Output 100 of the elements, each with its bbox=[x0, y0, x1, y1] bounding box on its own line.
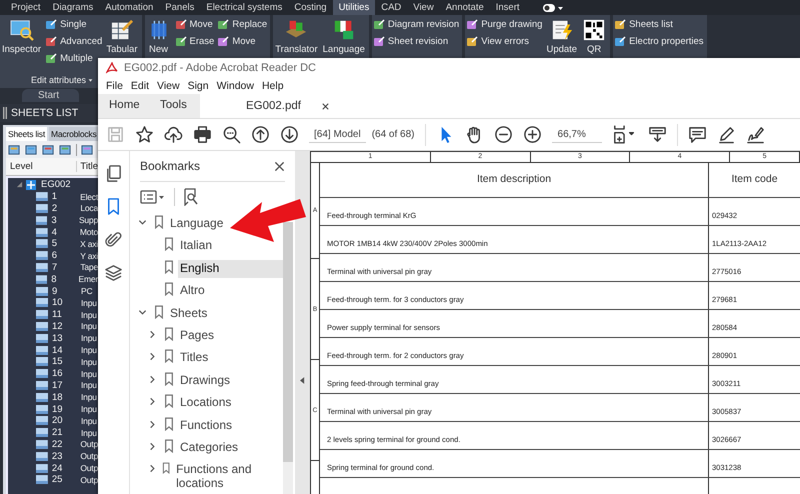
sheet-number[interactable]: 8 bbox=[51, 274, 78, 285]
sheet-number[interactable]: 16 bbox=[52, 368, 81, 380]
ribbon-tab[interactable]: Automation bbox=[99, 0, 160, 15]
bookmark-item[interactable]: Categories bbox=[178, 438, 240, 457]
sheet-title[interactable]: Inpu bbox=[81, 392, 97, 402]
ribbon-button[interactable]: New bbox=[146, 17, 172, 57]
ribbon-button[interactable]: View errors bbox=[466, 34, 530, 49]
bookmark-item[interactable]: Functions bbox=[178, 416, 234, 435]
ribbon-button[interactable]: Move bbox=[174, 17, 213, 32]
menu-item[interactable]: File bbox=[102, 80, 127, 92]
bookmark-item[interactable]: Functions and locations bbox=[174, 461, 283, 494]
bookmark-item[interactable]: Locations bbox=[178, 394, 234, 412]
ribbon-button[interactable]: Sheet revision bbox=[372, 34, 448, 49]
close-icon[interactable] bbox=[274, 160, 285, 172]
chevron-icon[interactable] bbox=[138, 218, 147, 227]
options-icon[interactable] bbox=[140, 189, 166, 205]
chevron-icon[interactable] bbox=[148, 442, 157, 451]
tool-icon[interactable] bbox=[8, 143, 21, 156]
grip-icon[interactable] bbox=[3, 107, 7, 119]
sheet-title[interactable]: Inpu bbox=[81, 380, 97, 390]
tree-item[interactable]: EG002 bbox=[41, 179, 71, 190]
tool-icon[interactable] bbox=[42, 143, 55, 156]
ribbon-tab[interactable]: Panels bbox=[159, 0, 200, 15]
sheet-number[interactable]: 10 bbox=[52, 297, 81, 308]
sheet-title[interactable]: Emer bbox=[78, 274, 98, 284]
ribbon-button[interactable]: Purge drawing bbox=[466, 17, 542, 32]
layers-icon[interactable] bbox=[104, 263, 123, 282]
sheet-title[interactable]: Outp bbox=[80, 463, 98, 474]
sheet-number[interactable]: 1 bbox=[52, 191, 80, 202]
ribbon-button[interactable]: Inspector bbox=[1, 17, 42, 57]
sheet-number[interactable]: 24 bbox=[52, 462, 80, 474]
page-field[interactable]: [64] Model bbox=[309, 126, 366, 142]
pen-icon[interactable] bbox=[716, 125, 736, 144]
sheet-title[interactable]: Inpu bbox=[81, 333, 97, 344]
sheet-number[interactable]: 17 bbox=[52, 380, 81, 391]
sheet-title[interactable]: Inpu bbox=[81, 368, 97, 379]
sheet-number[interactable]: 2 bbox=[52, 202, 80, 214]
zoom-dropdown[interactable]: 66,7% bbox=[552, 126, 602, 142]
sheet-number[interactable]: 7 bbox=[52, 262, 80, 273]
scroll-mode-icon[interactable] bbox=[648, 125, 667, 144]
zoom-out-icon[interactable] bbox=[494, 125, 513, 144]
sheet-title[interactable]: Loca bbox=[80, 203, 98, 214]
menu-item[interactable]: View bbox=[153, 80, 184, 92]
ribbon-tab[interactable]: CAD bbox=[375, 0, 408, 15]
sheet-title[interactable]: Supp bbox=[78, 215, 98, 226]
ribbon-button[interactable]: Replace bbox=[217, 17, 268, 32]
ribbon-tab[interactable]: Electrical systems bbox=[200, 0, 288, 15]
sheet-title[interactable]: Inpu bbox=[81, 404, 97, 414]
chevron-icon[interactable] bbox=[148, 420, 157, 429]
sheet-number[interactable]: 20 bbox=[52, 415, 81, 426]
menu-item[interactable]: Edit bbox=[126, 80, 154, 92]
tool-icon[interactable] bbox=[81, 143, 94, 156]
bookmark-item[interactable]: Altro bbox=[178, 282, 207, 300]
pages-icon[interactable] bbox=[104, 164, 123, 183]
sheet-number[interactable]: 13 bbox=[52, 332, 81, 344]
chevron-icon[interactable] bbox=[148, 374, 157, 384]
chevron-icon[interactable] bbox=[148, 330, 157, 339]
column-header[interactable]: Level bbox=[6, 161, 78, 172]
ribbon-tab[interactable]: Diagrams bbox=[46, 0, 100, 15]
group-menu-button[interactable]: Edit attributes bbox=[31, 75, 94, 85]
menu-item[interactable]: Help bbox=[258, 80, 288, 92]
ribbon-button[interactable]: Erase bbox=[174, 34, 214, 49]
sheet-number[interactable]: 5 bbox=[52, 238, 80, 250]
comment-icon[interactable] bbox=[688, 125, 707, 144]
switch-icon[interactable] bbox=[542, 2, 564, 12]
bookmark-search-icon[interactable] bbox=[183, 188, 199, 206]
sheet-title[interactable]: Inpu bbox=[81, 345, 97, 356]
sheet-number[interactable]: 23 bbox=[52, 450, 80, 462]
ribbon-button[interactable]: Diagram revision bbox=[372, 17, 460, 32]
sheet-title[interactable]: Y axi bbox=[80, 250, 98, 261]
ribbon-tab[interactable]: Annotate bbox=[440, 0, 490, 15]
ribbon-tab[interactable]: View bbox=[407, 0, 440, 15]
sheet-number[interactable]: 11 bbox=[52, 309, 81, 320]
sheet-title[interactable]: Outp bbox=[80, 451, 98, 462]
tool-icon[interactable] bbox=[25, 143, 38, 156]
ribbon-button[interactable]: Advanced bbox=[45, 34, 102, 49]
ribbon-button[interactable]: Move bbox=[217, 34, 256, 49]
sheet-number[interactable]: 14 bbox=[52, 344, 81, 356]
bookmark-item[interactable]: Italian bbox=[178, 237, 214, 256]
sheet-title[interactable]: X axi bbox=[80, 238, 98, 249]
bookmark-item[interactable]: Titles bbox=[178, 349, 210, 368]
sheet-title[interactable]: Inpu bbox=[81, 428, 97, 438]
chevron-icon[interactable] bbox=[148, 397, 157, 406]
ribbon-button[interactable]: Single bbox=[45, 17, 86, 32]
sheet-number[interactable]: 12 bbox=[52, 320, 81, 332]
ribbon-button[interactable]: Language bbox=[322, 17, 366, 57]
panel-tab[interactable]: Macroblocks bbox=[49, 127, 99, 141]
sheet-title[interactable]: Moto bbox=[80, 227, 98, 238]
document-tab[interactable]: Start bbox=[22, 89, 80, 102]
ribbon-button[interactable]: Translator bbox=[274, 17, 319, 57]
paperclip-icon[interactable] bbox=[104, 230, 123, 249]
column-header[interactable]: Title bbox=[77, 161, 98, 172]
sheet-number[interactable]: 21 bbox=[52, 427, 81, 438]
ribbon-button[interactable]: QR bbox=[581, 17, 608, 57]
sheet-number[interactable]: 3 bbox=[51, 214, 79, 226]
ribbon-tab[interactable]: Costing bbox=[288, 0, 333, 15]
zoom-in-icon[interactable] bbox=[522, 125, 542, 144]
ribbon-button[interactable]: Electro properties bbox=[614, 34, 704, 49]
bookmark-item[interactable]: English bbox=[178, 260, 283, 278]
ribbon-tab[interactable]: Insert bbox=[490, 0, 526, 15]
